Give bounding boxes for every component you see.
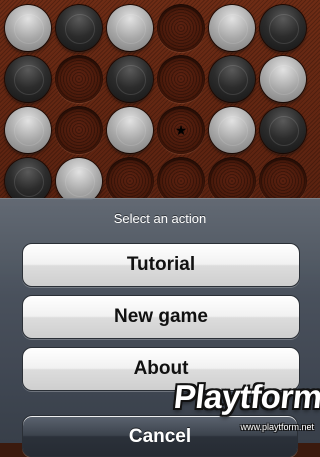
watermark-url: www.playtform.net [240, 422, 314, 432]
black-piece [5, 56, 51, 102]
board-cell[interactable] [106, 4, 154, 52]
black-piece [260, 5, 306, 51]
board-cell[interactable] [4, 157, 52, 200]
board-cell[interactable] [55, 106, 103, 154]
white-piece [260, 56, 306, 102]
action-sheet-title: Select an action [113, 211, 207, 226]
board-hole [208, 157, 256, 200]
board-cell[interactable] [106, 106, 154, 154]
board-cell[interactable] [55, 4, 103, 52]
black-piece [107, 56, 153, 102]
black-piece [209, 56, 255, 102]
board-cell[interactable] [259, 157, 307, 200]
board-cell[interactable] [4, 106, 52, 154]
black-piece [260, 107, 306, 153]
black-piece [5, 158, 51, 200]
board-hole [157, 4, 205, 52]
star-marker-icon: ★ [174, 121, 188, 138]
board-hole [106, 157, 154, 200]
white-piece [209, 5, 255, 51]
board-cell[interactable] [106, 157, 154, 200]
board-cell[interactable] [208, 55, 256, 103]
board-hole [259, 157, 307, 200]
board-cell[interactable] [157, 4, 205, 52]
white-piece [5, 5, 51, 51]
board-cell[interactable] [4, 55, 52, 103]
board-cell[interactable] [157, 55, 205, 103]
white-piece [107, 5, 153, 51]
board-cell[interactable] [259, 55, 307, 103]
board-hole [55, 55, 103, 103]
board-cell[interactable] [208, 157, 256, 200]
watermark-brand: Playtform [172, 378, 320, 415]
playtform-watermark-logo: Playtform www.playtform.net [164, 378, 320, 440]
board-hole [55, 106, 103, 154]
board-cell[interactable] [106, 55, 154, 103]
board-cell[interactable] [259, 106, 307, 154]
board-hole [157, 157, 205, 200]
game-board: ★ [0, 0, 320, 200]
board-cell[interactable] [259, 4, 307, 52]
board-hole [157, 55, 205, 103]
board-cell[interactable] [208, 4, 256, 52]
white-piece [209, 107, 255, 153]
board-cell[interactable] [4, 4, 52, 52]
white-piece [56, 158, 102, 200]
white-piece [107, 107, 153, 153]
black-piece [56, 5, 102, 51]
board-cell[interactable] [208, 106, 256, 154]
tutorial-button[interactable]: Tutorial [22, 243, 300, 287]
board-cell[interactable]: ★ [157, 106, 205, 154]
board-cell[interactable] [157, 157, 205, 200]
board-cell[interactable] [55, 157, 103, 200]
new-game-button[interactable]: New game [22, 295, 300, 339]
board-cell[interactable] [55, 55, 103, 103]
white-piece [5, 107, 51, 153]
